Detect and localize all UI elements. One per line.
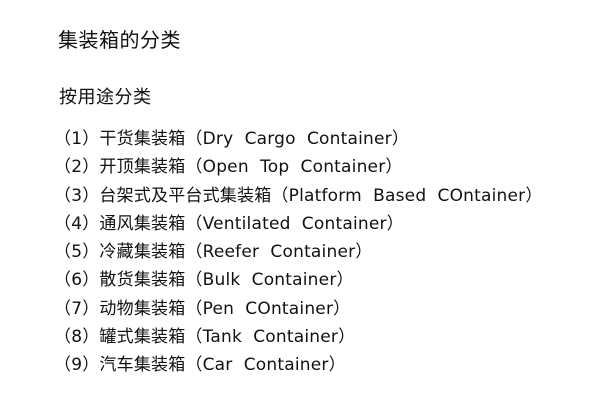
section-subtitle: 按用途分类	[59, 87, 152, 108]
list-item: （1）干货集装箱（Dry Cargo Container）	[54, 129, 410, 149]
list-item: （2）开顶集装箱（Open Top Container）	[54, 157, 403, 178]
container-type-list: （1）干货集装箱（Dry Cargo Container） （2）开顶集装箱（O…	[54, 125, 543, 380]
list-item: （5）冷藏集装箱（Reefer Container）	[54, 242, 373, 263]
list-item: （4）通风集装箱（Ventilated Container）	[54, 213, 404, 234]
list-item: （7）动物集装箱（Pen COntainer）	[54, 298, 351, 319]
list-item: （3）台架式及平台式集装箱（Platform Based COntainer）	[54, 185, 543, 206]
document-page: 集装箱的分类 按用途分类 （1）干货集装箱（Dry Cargo Containe…	[0, 0, 600, 414]
list-item: （8）罐式集装箱（Tank Container）	[54, 327, 356, 348]
list-item: （6）散货集装箱（Bulk Container）	[54, 270, 354, 291]
list-item: （9）汽车集装箱（Car Container）	[54, 355, 346, 376]
page-title: 集装箱的分类	[58, 28, 181, 52]
